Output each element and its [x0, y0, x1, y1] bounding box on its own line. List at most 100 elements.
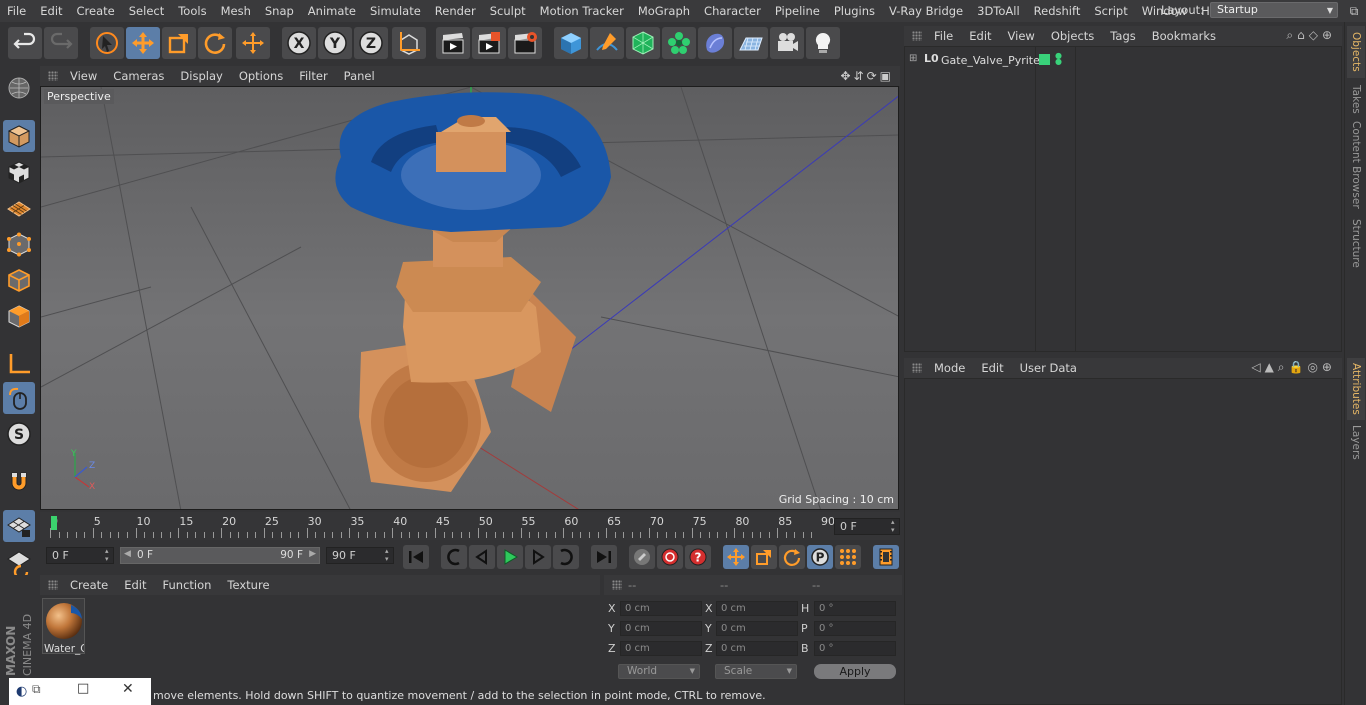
app-icon[interactable]: ◐ — [16, 684, 32, 699]
x-axis-lock-button[interactable]: X — [282, 27, 316, 59]
attributes-grip-icon[interactable] — [912, 363, 922, 373]
object-menu-objects[interactable]: Objects — [1043, 26, 1102, 46]
visibility-dots-icon[interactable]: ● ● — [1055, 52, 1062, 66]
menu-plugins[interactable]: Plugins — [827, 0, 882, 22]
object-manager-tool-icons[interactable]: ⌕⌂◇⊕ — [1286, 28, 1336, 43]
object-name[interactable]: Gate_Valve_Pyrite — [941, 54, 1040, 67]
tab-attributes[interactable]: Attributes — [1347, 358, 1365, 420]
menu-render[interactable]: Render — [428, 0, 483, 22]
tweak-mode-button[interactable] — [3, 382, 35, 414]
undo-button[interactable] — [8, 27, 42, 59]
viewport-menu-view[interactable]: View — [62, 66, 105, 86]
deformer-button[interactable] — [698, 27, 732, 59]
timeline-playhead[interactable] — [51, 516, 57, 530]
menu-pipeline[interactable]: Pipeline — [768, 0, 827, 22]
subdivision-button[interactable] — [626, 27, 660, 59]
edges-mode-button[interactable] — [3, 264, 35, 296]
camera-button[interactable] — [770, 27, 804, 59]
object-menu-view[interactable]: View — [1000, 26, 1043, 46]
locked-workplane-button[interactable] — [3, 510, 35, 542]
range-left-arrow-icon[interactable]: ◀ — [124, 549, 131, 559]
attributes-menu-mode[interactable]: Mode — [926, 358, 973, 378]
model-mode-button[interactable] — [3, 120, 35, 152]
key-pla-button[interactable] — [835, 545, 861, 569]
coordinate-space-dropdown[interactable]: World — [618, 664, 700, 679]
viewport-menu-panel[interactable]: Panel — [336, 66, 383, 86]
object-row[interactable]: ⊞ L0 Gate_Valve_Pyrite ● ● — [905, 52, 1341, 70]
attributes-menu-edit[interactable]: Edit — [973, 358, 1011, 378]
material-menu-edit[interactable]: Edit — [116, 575, 154, 595]
expand-icon[interactable]: ⊞ — [909, 53, 917, 64]
texture-mode-button[interactable] — [3, 156, 35, 188]
cloner-button[interactable] — [662, 27, 696, 59]
render-settings-button[interactable] — [508, 27, 542, 59]
rotate-tool-button[interactable] — [198, 27, 232, 59]
next-frame-button[interactable] — [525, 545, 551, 569]
go-to-end-button[interactable] — [591, 545, 617, 569]
frame-range-slider[interactable]: ◀ 0 F 90 F ▶ — [120, 547, 320, 564]
viewport-menu-options[interactable]: Options — [231, 66, 291, 86]
record-active-objects-button[interactable] — [629, 545, 655, 569]
menu-character[interactable]: Character — [697, 0, 768, 22]
close-icon[interactable]: ✕ — [122, 681, 134, 697]
previous-frame-button[interactable] — [469, 545, 495, 569]
size-y-field[interactable]: 0 cm — [716, 621, 798, 636]
redo-button[interactable] — [44, 27, 78, 59]
position-y-field[interactable]: 0 cm — [620, 621, 702, 636]
attributes-menu-user-data[interactable]: User Data — [1012, 358, 1085, 378]
previous-key-button[interactable] — [441, 545, 467, 569]
timeline-ruler[interactable]: 051015202530354045505560657075808590 0 F — [40, 512, 900, 540]
viewport-menu-cameras[interactable]: Cameras — [105, 66, 172, 86]
snap-button[interactable]: S — [3, 418, 35, 450]
menu-file[interactable]: File — [0, 0, 33, 22]
menu-sculpt[interactable]: Sculpt — [483, 0, 533, 22]
render-view-button[interactable] — [436, 27, 470, 59]
layout-select[interactable]: Startup — [1210, 2, 1338, 18]
planar-workplane-button[interactable] — [3, 546, 35, 578]
coordinates-grip-icon[interactable] — [612, 580, 622, 590]
scale-tool-button[interactable] — [162, 27, 196, 59]
menu-animate[interactable]: Animate — [301, 0, 363, 22]
tab-structure[interactable]: Structure — [1347, 214, 1365, 272]
current-frame-field[interactable]: 0 F — [834, 518, 900, 535]
rotation-h-field[interactable]: 0 ° — [814, 601, 896, 616]
key-scale-button[interactable] — [751, 545, 777, 569]
coordinate-system-button[interactable] — [392, 27, 426, 59]
live-selection-button[interactable] — [90, 27, 124, 59]
tab-layers[interactable]: Layers — [1347, 422, 1365, 462]
z-axis-lock-button[interactable]: Z — [354, 27, 388, 59]
menu-script[interactable]: Script — [1087, 0, 1134, 22]
tab-objects[interactable]: Objects — [1347, 26, 1365, 78]
menu-3dtoall[interactable]: 3DToAll — [970, 0, 1027, 22]
timeline-window-button[interactable] — [873, 545, 899, 569]
end-frame-field[interactable]: 90 F — [326, 547, 394, 564]
keyframe-selection-button[interactable]: ? — [685, 545, 711, 569]
menu-create[interactable]: Create — [70, 0, 122, 22]
range-right-arrow-icon[interactable]: ▶ — [309, 549, 316, 559]
axis-mode-button[interactable] — [3, 348, 35, 380]
object-manager-grip-icon[interactable] — [912, 31, 922, 41]
position-z-field[interactable]: 0 cm — [620, 641, 702, 656]
menu-motion-tracker[interactable]: Motion Tracker — [533, 0, 631, 22]
move-tool-button[interactable] — [126, 27, 160, 59]
menu-redshift[interactable]: Redshift — [1027, 0, 1088, 22]
apply-button[interactable]: Apply — [814, 664, 896, 679]
object-menu-edit[interactable]: Edit — [961, 26, 999, 46]
floor-button[interactable] — [734, 27, 768, 59]
viewport-menu-display[interactable]: Display — [172, 66, 230, 86]
cube-primitive-button[interactable] — [554, 27, 588, 59]
light-button[interactable] — [806, 27, 840, 59]
next-key-button[interactable] — [553, 545, 579, 569]
size-z-field[interactable]: 0 cm — [716, 641, 798, 656]
key-parameter-button[interactable]: P — [807, 545, 833, 569]
menu-mesh[interactable]: Mesh — [214, 0, 258, 22]
object-menu-tags[interactable]: Tags — [1102, 26, 1143, 46]
key-position-button[interactable] — [723, 545, 749, 569]
rotation-p-field[interactable]: 0 ° — [814, 621, 896, 636]
menu-tools[interactable]: Tools — [171, 0, 213, 22]
autokeying-button[interactable] — [657, 545, 683, 569]
y-axis-lock-button[interactable]: Y — [318, 27, 352, 59]
start-frame-field[interactable]: 0 F — [46, 547, 114, 564]
material-grip-icon[interactable] — [48, 580, 58, 590]
menu-select[interactable]: Select — [122, 0, 171, 22]
